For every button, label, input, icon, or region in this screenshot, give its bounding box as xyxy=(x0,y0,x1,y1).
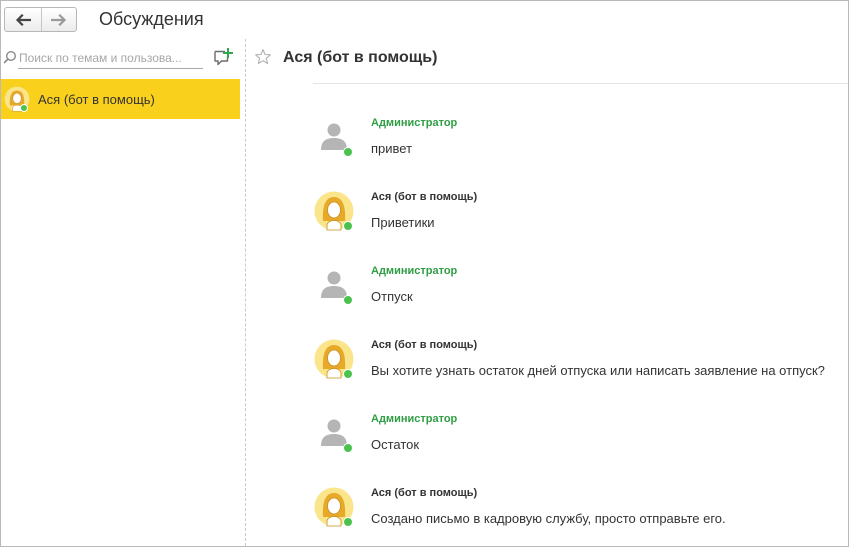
discussions-window: Обсуждения Ася (бот в помощь) xyxy=(0,0,849,547)
navigation-buttons xyxy=(4,7,77,32)
message-author[interactable]: Ася (бот в помощь) xyxy=(371,487,477,499)
message-item: Ася (бот в помощь) Вы хотите узнать оста… xyxy=(312,339,842,399)
presence-online-dot xyxy=(20,104,28,112)
search-row xyxy=(1,47,245,71)
presence-online-dot xyxy=(343,369,353,379)
back-button[interactable] xyxy=(5,8,41,31)
window-title: Обсуждения xyxy=(99,9,204,29)
search-icon xyxy=(3,50,17,64)
message-item: Администратор Отпуск xyxy=(312,265,842,325)
presence-online-dot xyxy=(343,147,353,157)
message-text: Создано письмо в кадровую службу, просто… xyxy=(371,511,726,526)
message-author[interactable]: Ася (бот в помощь) xyxy=(371,191,477,203)
arrow-right-icon xyxy=(50,13,66,26)
forward-button[interactable] xyxy=(40,8,77,31)
message-text: Отпуск xyxy=(371,289,413,304)
message-text: Приветики xyxy=(371,215,435,230)
presence-online-dot xyxy=(343,517,353,527)
arrow-left-icon xyxy=(15,13,31,26)
conversation-label: Ася (бот в помощь) xyxy=(38,92,155,107)
message-item: Ася (бот в помощь) Создано письмо в кадр… xyxy=(312,487,842,547)
presence-online-dot xyxy=(343,443,353,453)
chat-panel: Ася (бот в помощь) Администратор привет xyxy=(246,39,848,546)
title-bar: Обсуждения xyxy=(1,1,848,39)
presence-online-dot xyxy=(343,221,353,231)
conversation-list-panel: Ася (бот в помощь) xyxy=(1,39,245,546)
message-author[interactable]: Администратор xyxy=(371,117,457,129)
conversation-item-asya[interactable]: Ася (бот в помощь) xyxy=(1,79,240,119)
message-item: Администратор привет xyxy=(312,117,842,177)
new-chat-plus-icon[interactable] xyxy=(213,48,233,68)
presence-online-dot xyxy=(343,295,353,305)
message-author[interactable]: Администратор xyxy=(371,413,457,425)
message-text: привет xyxy=(371,141,413,156)
message-item: Ася (бот в помощь) Приветики xyxy=(312,191,842,251)
message-text: Вы хотите узнать остаток дней отпуска ил… xyxy=(371,363,825,378)
message-author[interactable]: Ася (бот в помощь) xyxy=(371,339,477,351)
message-list: Администратор привет Ася (бот в помощь) … xyxy=(246,39,848,546)
message-text: Остаток xyxy=(371,437,420,452)
message-item: Администратор Остаток xyxy=(312,413,842,473)
search-input[interactable] xyxy=(18,48,203,69)
message-author[interactable]: Администратор xyxy=(371,265,457,277)
